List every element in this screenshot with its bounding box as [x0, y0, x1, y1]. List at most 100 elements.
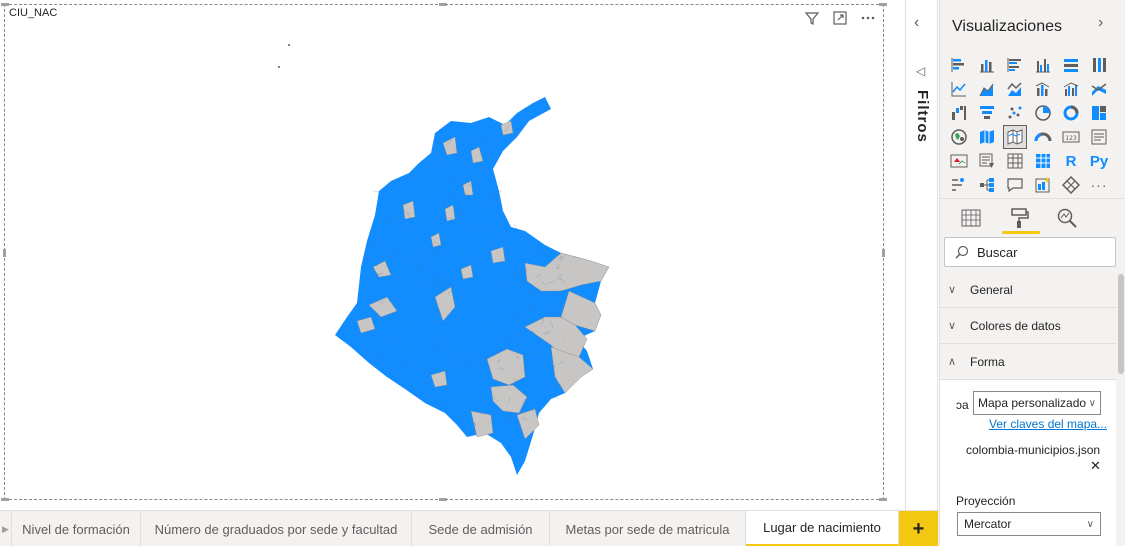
table-icon[interactable] — [1004, 150, 1026, 172]
resize-handle[interactable] — [882, 249, 885, 257]
matrix-icon[interactable] — [1032, 150, 1054, 172]
section-data-colors-label: Colores de datos — [970, 318, 1061, 333]
island-marker — [288, 44, 290, 46]
powerbi-report-view: CIU_NAC ‹ ◁ Filtros Visualizaciones › 12… — [0, 0, 1125, 546]
format-search-input[interactable]: Buscar — [944, 237, 1116, 267]
scrollbar-thumb[interactable] — [1118, 274, 1124, 374]
python-visual-icon[interactable]: Py — [1088, 150, 1110, 172]
shape-map-icon[interactable] — [1003, 125, 1027, 149]
scroll-tabs-left-icon[interactable]: ▶ — [0, 511, 12, 546]
page-tab-label: Sede de admisión — [428, 521, 533, 537]
waterfall-chart-icon[interactable] — [948, 102, 970, 124]
page-tab-graduados[interactable]: Número de graduados por sede y facultad — [141, 511, 412, 546]
line-and-stacked-column-chart-icon[interactable] — [1032, 78, 1054, 100]
resize-handle[interactable] — [3, 249, 6, 257]
colombia-map[interactable] — [5, 5, 883, 499]
page-tab-label: Número de graduados por sede y facultad — [154, 521, 398, 537]
shape-field-label: ɔa — [956, 398, 969, 412]
line-chart-icon[interactable] — [948, 78, 970, 100]
stacked-area-chart-icon[interactable] — [1004, 78, 1026, 100]
shape-file-name: colombia-municipios.json — [966, 443, 1101, 457]
scatter-chart-icon[interactable] — [1004, 102, 1026, 124]
filter-pane-icon: ◁ — [916, 64, 926, 78]
resize-handle[interactable] — [879, 498, 887, 501]
resize-handle[interactable] — [879, 3, 887, 6]
chevron-down-icon: ∨ — [1088, 397, 1096, 409]
visual-type-gallery: 123 R Py ··· — [948, 54, 1108, 198]
page-tab-label: Nivel de formación — [22, 521, 130, 537]
stacked-column-chart-icon[interactable] — [976, 54, 998, 76]
key-influencers-icon[interactable] — [948, 174, 970, 196]
view-map-keys-link[interactable]: Ver claves del mapa... — [989, 417, 1107, 431]
treemap-icon[interactable] — [1088, 102, 1110, 124]
page-tab-lugar-nacimiento[interactable]: Lugar de nacimiento — [746, 511, 899, 546]
chevron-down-icon: ∨ — [1086, 518, 1094, 530]
filled-map-visual[interactable]: CIU_NAC — [1, 3, 887, 501]
page-tab-label: Lugar de nacimiento — [763, 520, 881, 535]
page-tab-metas-sede[interactable]: Metas por sede de matricula — [550, 511, 746, 546]
map-type-value: Mapa personalizado — [978, 396, 1087, 410]
donut-chart-icon[interactable] — [1060, 102, 1082, 124]
gauge-icon[interactable] — [1032, 126, 1054, 148]
clustered-bar-chart-icon[interactable] — [1004, 54, 1026, 76]
format-tab[interactable] — [1002, 204, 1040, 234]
fields-tab[interactable] — [954, 204, 988, 232]
resize-handle[interactable] — [439, 3, 447, 6]
page-tab-nivel-formacion[interactable]: Nivel de formación — [12, 511, 141, 546]
fields-icon — [961, 209, 981, 227]
paint-roller-icon — [1011, 208, 1029, 228]
resize-handle[interactable] — [1, 498, 9, 501]
expand-pane-icon[interactable]: › — [1098, 14, 1103, 32]
format-options-panel: ∨ General ∨ Colores de datos ∧ Forma ɔa … — [940, 272, 1116, 546]
chevron-down-icon: ∨ — [948, 320, 957, 332]
100-stacked-column-chart-icon[interactable] — [1088, 54, 1110, 76]
multi-row-card-icon[interactable] — [1088, 126, 1110, 148]
funnel-chart-icon[interactable] — [976, 102, 998, 124]
shape-section-content: ɔa Mapa personalizado ∨ Ver claves del m… — [940, 380, 1116, 546]
stacked-bar-chart-icon[interactable] — [948, 54, 970, 76]
analytics-tab[interactable] — [1050, 204, 1084, 232]
line-and-clustered-column-chart-icon[interactable] — [1060, 78, 1082, 100]
clustered-column-chart-icon[interactable] — [1032, 54, 1054, 76]
card-icon[interactable]: 123 — [1060, 126, 1082, 148]
projection-value: Mercator — [964, 517, 1012, 531]
resize-handle[interactable] — [439, 498, 447, 501]
page-tab-sede-admision[interactable]: Sede de admisión — [412, 511, 550, 546]
section-shape-label: Forma — [970, 354, 1005, 369]
visualizations-title: Visualizaciones — [952, 18, 1062, 35]
slicer-icon[interactable] — [976, 150, 998, 172]
filters-pane[interactable]: ‹ ◁ Filtros — [905, 0, 938, 546]
area-chart-icon[interactable] — [976, 78, 998, 100]
100-stacked-bar-chart-icon[interactable] — [1060, 54, 1082, 76]
more-visuals-icon[interactable]: ··· — [1088, 174, 1110, 196]
projection-dropdown[interactable]: Mercator ∨ — [957, 512, 1101, 536]
municipality-border — [372, 190, 380, 192]
section-general[interactable]: ∨ General — [940, 272, 1116, 308]
qa-visual-icon[interactable] — [1004, 174, 1026, 196]
smart-narrative-icon[interactable] — [1032, 174, 1054, 196]
report-canvas: CIU_NAC — [0, 0, 905, 510]
pie-chart-icon[interactable] — [1032, 102, 1054, 124]
format-panel-scrollbar[interactable] — [1116, 272, 1125, 546]
search-placeholder: Buscar — [977, 244, 1018, 260]
collapse-filters-icon[interactable]: ‹ — [914, 14, 919, 32]
section-data-colors[interactable]: ∨ Colores de datos — [940, 308, 1116, 344]
remove-shape-file-icon[interactable]: ✕ — [1090, 458, 1101, 474]
ribbon-chart-icon[interactable] — [1088, 78, 1110, 100]
filters-label[interactable]: Filtros — [914, 90, 931, 143]
section-general-label: General — [970, 282, 1013, 297]
add-page-button[interactable]: + — [899, 511, 938, 546]
resize-handle[interactable] — [1, 3, 9, 6]
pane-divider — [940, 198, 1125, 199]
decomposition-tree-icon[interactable] — [976, 174, 998, 196]
map-type-dropdown[interactable]: Mapa personalizado ∨ — [973, 391, 1101, 415]
island-marker — [278, 66, 280, 68]
map-icon[interactable] — [948, 126, 970, 148]
kpi-icon[interactable] — [948, 150, 970, 172]
r-script-visual-icon[interactable]: R — [1060, 150, 1082, 172]
chevron-down-icon: ∨ — [948, 284, 957, 296]
section-shape[interactable]: ∧ Forma — [940, 344, 1116, 380]
filled-map-icon[interactable] — [976, 126, 998, 148]
arcgis-map-icon[interactable] — [1060, 174, 1082, 196]
visualizations-pane: Visualizaciones › 123 R Py ··· Buscar ∨ … — [939, 0, 1125, 546]
